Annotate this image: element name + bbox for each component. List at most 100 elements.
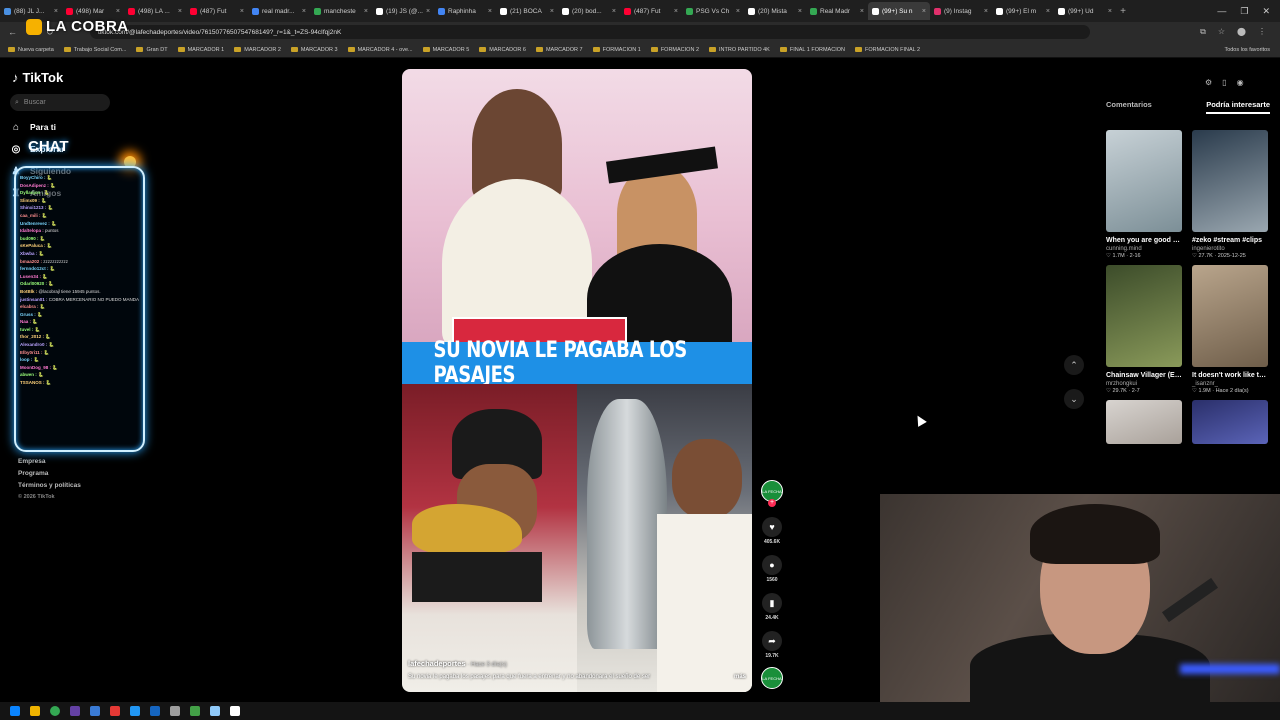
- tab-close-icon[interactable]: ×: [550, 8, 554, 15]
- settings-icon[interactable]: ⚙: [1205, 78, 1212, 87]
- app-icon-4[interactable]: [150, 706, 160, 716]
- tab-close-icon[interactable]: ×: [612, 8, 616, 15]
- next-video-button[interactable]: ⌄: [1064, 389, 1084, 409]
- save-button[interactable]: ▮: [762, 593, 782, 613]
- app-icon-8[interactable]: [230, 706, 240, 716]
- tab-close-icon[interactable]: ×: [674, 8, 678, 15]
- tab-close-icon[interactable]: ×: [116, 8, 120, 15]
- suggested-video-card[interactable]: [1106, 400, 1182, 444]
- browser-tab[interactable]: (9) Instag ×: [930, 2, 992, 20]
- tab-close-icon[interactable]: ×: [178, 8, 182, 15]
- tab-close-icon[interactable]: ×: [984, 8, 988, 15]
- tab-close-icon[interactable]: ×: [364, 8, 368, 15]
- browser-tab[interactable]: (99+) Ud ×: [1054, 2, 1116, 20]
- sound-avatar[interactable]: LA FECHA: [761, 667, 783, 689]
- browser-tab[interactable]: mancheste ×: [310, 2, 372, 20]
- bookmark-item[interactable]: MARCADOR 1: [177, 47, 224, 53]
- comment-button[interactable]: ●: [762, 555, 782, 575]
- browser-tab[interactable]: (20) Mista ×: [744, 2, 806, 20]
- card-author[interactable]: cunning.mind: [1106, 246, 1182, 252]
- app-icon-1[interactable]: [90, 706, 100, 716]
- more-link[interactable]: más: [734, 674, 746, 680]
- tab-close-icon[interactable]: ×: [736, 8, 740, 15]
- video-thumbnail[interactable]: [1106, 130, 1182, 232]
- video-thumbnail[interactable]: [1106, 265, 1182, 367]
- footer-link-programa[interactable]: Programa: [18, 470, 81, 477]
- bookmark-item[interactable]: INTRO PARTIDO 4K: [709, 47, 770, 53]
- tab-close-icon[interactable]: ×: [922, 8, 926, 15]
- browser-tab[interactable]: (19) JS (@... ×: [372, 2, 434, 20]
- card-author[interactable]: mrzhongkui: [1106, 381, 1182, 387]
- new-tab-button[interactable]: +: [1116, 6, 1130, 17]
- suggested-video-card[interactable]: It doesn't work like that in real lif...…: [1192, 265, 1268, 394]
- video-thumbnail[interactable]: [1106, 400, 1182, 444]
- bookmark-item[interactable]: FINAL 1 FORMACION: [779, 47, 845, 53]
- browser-tab[interactable]: real madr... ×: [248, 2, 310, 20]
- card-title[interactable]: #zeko #stream #clips: [1192, 236, 1268, 245]
- tab-suggested[interactable]: Podría interesarte: [1206, 100, 1270, 114]
- profile-avatar[interactable]: ◉: [1237, 78, 1244, 87]
- bookmark-item[interactable]: Trabajo Social Com...: [63, 47, 126, 53]
- tab-close-icon[interactable]: ×: [1046, 8, 1050, 15]
- tab-close-icon[interactable]: ×: [240, 8, 244, 15]
- bookmark-item[interactable]: Gran DT: [136, 47, 168, 53]
- browser-tab[interactable]: (99+) El m ×: [992, 2, 1054, 20]
- tab-close-icon[interactable]: ×: [488, 8, 492, 15]
- tab-close-icon[interactable]: ×: [302, 8, 306, 15]
- suggested-video-card[interactable]: Chainsaw Villager (El Salvador) | Re...m…: [1106, 265, 1182, 394]
- tab-close-icon[interactable]: ×: [426, 8, 430, 15]
- previous-video-button[interactable]: ⌃: [1064, 355, 1084, 375]
- bookmark-item[interactable]: MARCADOR 6: [479, 47, 526, 53]
- device-icon[interactable]: ▯: [1222, 78, 1226, 87]
- extension-icon[interactable]: ⬤: [1237, 27, 1246, 37]
- tab-close-icon[interactable]: ×: [798, 8, 802, 15]
- app-icon-3[interactable]: [130, 706, 140, 716]
- app-icon-7[interactable]: [210, 706, 220, 716]
- suggested-video-card[interactable]: #zeko #stream #clips ingenierotito ♡ 27.7K…: [1192, 130, 1268, 259]
- url-field[interactable]: tiktok.com/@lafechadeportes/video/761507…: [90, 25, 1090, 39]
- bookmark-item[interactable]: MARCADOR 4 - ove...: [347, 47, 413, 53]
- card-title[interactable]: It doesn't work like that in real lif...: [1192, 371, 1268, 380]
- start-icon[interactable]: [10, 706, 20, 716]
- bookmark-star-icon[interactable]: ☆: [1218, 27, 1225, 37]
- browser-tab[interactable]: (498) LA ... ×: [124, 2, 186, 20]
- sidebar-item[interactable]: ⌂ Para ti: [10, 120, 71, 134]
- close-icon[interactable]: ✕: [1262, 6, 1270, 17]
- bookmark-item[interactable]: FORMACION 2: [650, 47, 699, 53]
- twitch-icon[interactable]: [70, 706, 80, 716]
- video-author[interactable]: lafechadeportes: [408, 659, 466, 668]
- tab-close-icon[interactable]: ×: [860, 8, 864, 15]
- browser-tab[interactable]: (487) Fut ×: [620, 2, 682, 20]
- bookmark-item[interactable]: MARCADOR 2: [234, 47, 281, 53]
- browser-tab[interactable]: PSG Vs Ch ×: [682, 2, 744, 20]
- browser-tab[interactable]: (21) BOCA ×: [496, 2, 558, 20]
- tab-close-icon[interactable]: ×: [1108, 8, 1112, 15]
- browser-tab[interactable]: (487) Fut ×: [186, 2, 248, 20]
- browser-tab[interactable]: Raphinha ×: [434, 2, 496, 20]
- tab-comments[interactable]: Comentarios: [1106, 100, 1152, 114]
- bookmark-item[interactable]: MARCADOR 7: [535, 47, 583, 53]
- tab-close-icon[interactable]: ×: [54, 8, 58, 15]
- tiktok-logo[interactable]: ♪ TikTok: [12, 70, 63, 85]
- file-explorer-icon[interactable]: [30, 706, 40, 716]
- bookmark-item[interactable]: Nueva carpeta: [8, 47, 54, 53]
- all-bookmarks[interactable]: Todos los favoritos: [1224, 47, 1280, 53]
- video-thumbnail[interactable]: [1192, 130, 1268, 232]
- like-button[interactable]: ♥: [762, 517, 782, 537]
- follow-plus-icon[interactable]: +: [768, 499, 776, 507]
- menu-dots-icon[interactable]: ⋮: [1258, 27, 1266, 37]
- app-icon-2[interactable]: [110, 706, 120, 716]
- app-icon-6[interactable]: [190, 706, 200, 716]
- minimize-icon[interactable]: —: [1217, 6, 1226, 16]
- app-icon-5[interactable]: [170, 706, 180, 716]
- video-player[interactable]: SU NOVIA LE PAGABA LOS PASAJES lafechade…: [402, 69, 752, 692]
- chrome-icon[interactable]: [50, 706, 60, 716]
- card-author[interactable]: _isanznr_: [1192, 381, 1268, 387]
- card-title[interactable]: Chainsaw Villager (El Salvador) | Re...: [1106, 371, 1182, 380]
- search-input[interactable]: ⌕ Buscar: [10, 94, 110, 111]
- bookmark-item[interactable]: MARCADOR 5: [422, 47, 469, 53]
- browser-tab[interactable]: (99+) Su n ×: [868, 2, 930, 20]
- video-thumbnail[interactable]: [1192, 400, 1268, 444]
- maximize-icon[interactable]: ❐: [1240, 6, 1248, 17]
- footer-link-empresa[interactable]: Empresa: [18, 458, 81, 465]
